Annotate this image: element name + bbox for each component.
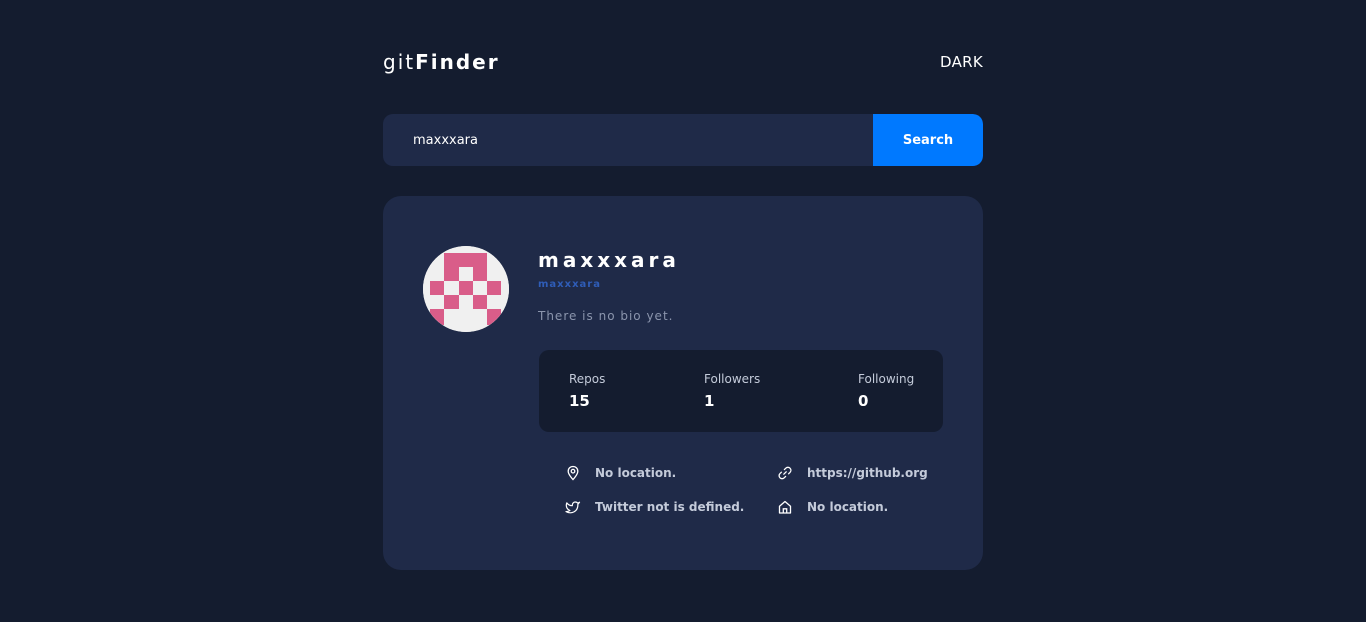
- location-pin-icon: [567, 465, 579, 481]
- search-button[interactable]: Search: [873, 114, 983, 166]
- info-twitter-text: Twitter not is defined.: [595, 500, 745, 514]
- stat-followers-label: Followers: [704, 372, 761, 386]
- info-location-text: No location.: [595, 466, 677, 480]
- stat-followers: Followers 1: [704, 372, 760, 410]
- stat-following-value: 0: [858, 392, 869, 410]
- link-icon: [778, 466, 792, 480]
- search-input[interactable]: [383, 114, 873, 166]
- avatar: [423, 246, 509, 332]
- app-logo: gitFinder: [383, 50, 500, 74]
- search-bar: Search: [383, 114, 983, 166]
- theme-toggle-button[interactable]: DARK: [940, 53, 983, 71]
- identicon-image: [423, 246, 509, 332]
- stats-panel: Repos 15 Followers 1 Following 0: [539, 350, 943, 432]
- stat-repos-value: 15: [569, 392, 590, 410]
- header: gitFinder DARK: [383, 48, 983, 76]
- profile-bio: There is no bio yet.: [538, 309, 674, 323]
- info-blog-link[interactable]: https://github.org: [807, 466, 928, 480]
- info-blog[interactable]: https://github.org: [777, 465, 928, 481]
- logo-part-finder: Finder: [415, 50, 500, 74]
- stat-repos: Repos 15: [569, 372, 605, 410]
- stat-repos-label: Repos: [569, 372, 606, 386]
- profile-login-link[interactable]: maxxxara: [538, 279, 601, 290]
- stat-following: Following 0: [858, 372, 914, 410]
- profile-name: maxxxara: [538, 248, 680, 272]
- info-company: No location.: [777, 499, 888, 515]
- stat-followers-value: 1: [704, 392, 715, 410]
- building-icon: [778, 500, 792, 514]
- info-twitter: Twitter not is defined.: [565, 499, 744, 515]
- info-company-text: No location.: [807, 500, 889, 514]
- profile-card: maxxxara maxxxara There is no bio yet. R…: [383, 196, 983, 570]
- logo-part-git: git: [383, 50, 416, 74]
- info-location: No location.: [565, 465, 676, 481]
- stat-following-label: Following: [858, 372, 915, 386]
- twitter-icon: [565, 501, 581, 514]
